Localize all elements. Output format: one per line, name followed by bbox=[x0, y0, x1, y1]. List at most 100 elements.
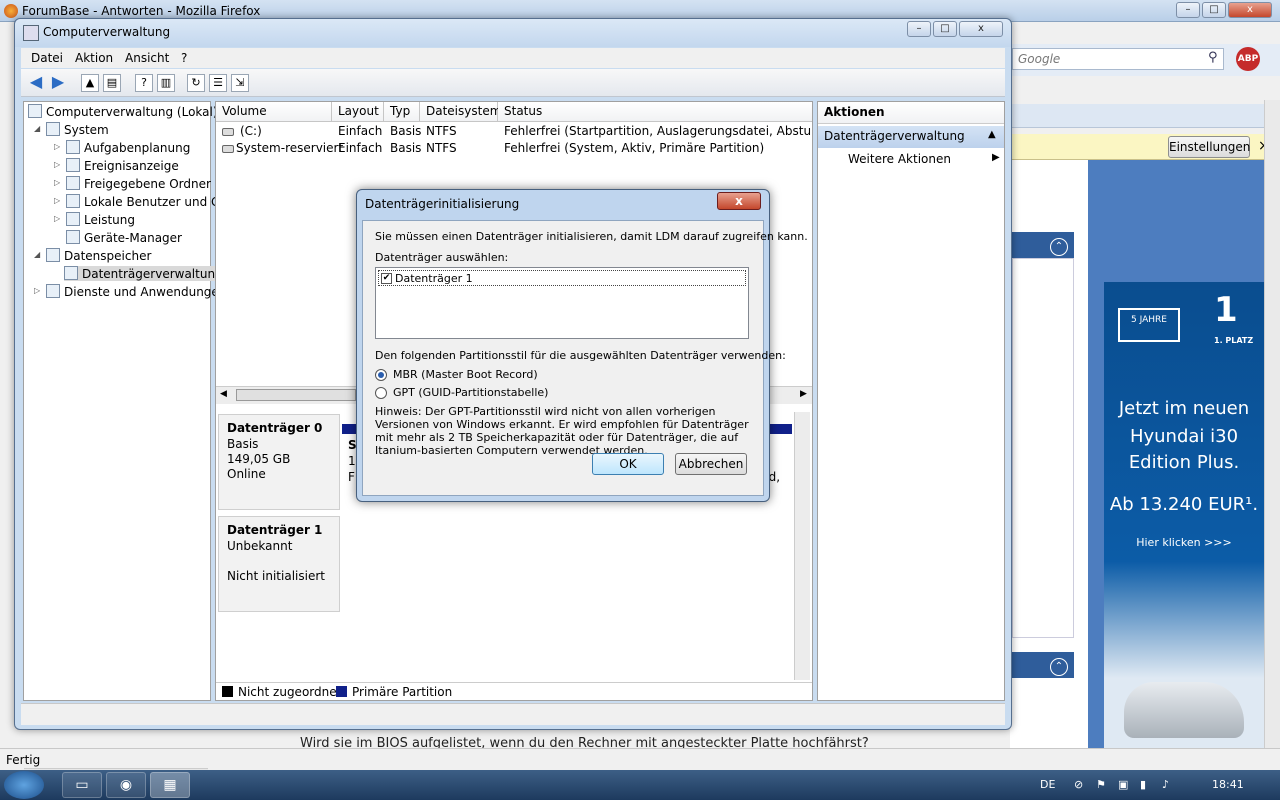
chevron-right-icon: ▶ bbox=[992, 152, 1000, 163]
tree-item-benutzer[interactable]: Lokale Benutzer und Gr bbox=[66, 194, 225, 209]
tree-item-datenspeicher[interactable]: Datenspeicher bbox=[46, 248, 151, 263]
hyundai-ad[interactable]: 5 JAHRE 1 1. PLATZ Jetzt im neuen Hyunda… bbox=[1104, 282, 1264, 748]
disk-0-name: Datenträger 0 bbox=[227, 421, 323, 435]
disk-vertical-scrollbar[interactable] bbox=[794, 412, 810, 680]
disk-list[interactable]: ✔ Datenträger 1 bbox=[375, 267, 749, 339]
tree-item-aufgabenplanung[interactable]: Aufgabenplanung bbox=[66, 140, 190, 155]
refresh-icon[interactable]: ↻ bbox=[187, 74, 205, 92]
menu-aktion[interactable]: Aktion bbox=[75, 51, 113, 65]
volume-icon[interactable]: ♪ bbox=[1162, 778, 1169, 791]
collapse-icon[interactable]: ⌃ bbox=[1050, 658, 1068, 676]
tree-item-datentraegerverwaltung[interactable]: Datenträgerverwaltung bbox=[64, 266, 225, 281]
start-button[interactable] bbox=[4, 771, 44, 799]
gpt-label[interactable]: GPT (GUID-Partitionstabelle) bbox=[393, 386, 548, 399]
expand-icon[interactable]: ▷ bbox=[54, 214, 60, 223]
disk-0-label[interactable]: Datenträger 0 Basis 149,05 GB Online bbox=[218, 414, 340, 510]
tree-item-geraete-manager[interactable]: Geräte-Manager bbox=[66, 230, 182, 245]
folder-up-icon[interactable]: ▲ bbox=[81, 74, 99, 92]
forward-icon[interactable]: ▶ bbox=[49, 74, 67, 92]
adblock-icon[interactable]: ABP bbox=[1236, 47, 1260, 71]
expand-icon[interactable]: ▷ bbox=[34, 286, 40, 295]
gpt-radio[interactable] bbox=[375, 387, 387, 399]
tree-item-root[interactable]: Computerverwaltung (Lokal) bbox=[28, 104, 218, 119]
services-icon bbox=[46, 284, 60, 298]
console-tree: Computerverwaltung (Lokal) ◢ System ▷ Au… bbox=[23, 101, 226, 782]
page-scrollbar[interactable] bbox=[1264, 100, 1280, 748]
device-icon[interactable]: ▣ bbox=[1118, 778, 1128, 791]
antivirus-icon[interactable]: ⊘ bbox=[1074, 778, 1083, 791]
ad-price: Ab 13.240 EUR¹. bbox=[1109, 494, 1259, 515]
disk-checkbox[interactable]: ✔ bbox=[381, 273, 392, 284]
tools-icon bbox=[46, 122, 60, 136]
expand-icon[interactable]: ▷ bbox=[54, 142, 60, 151]
explorer-icon[interactable]: ▭ bbox=[62, 772, 102, 798]
system-tray: DE ⊘ ⚑ ▣ ▮ ♪ 18:41 bbox=[1030, 770, 1280, 800]
clock[interactable]: 18:41 bbox=[1212, 778, 1244, 791]
disk-list-item[interactable]: ✔ Datenträger 1 bbox=[378, 270, 746, 286]
clock-icon bbox=[66, 140, 80, 154]
search-input[interactable]: Google bbox=[1012, 48, 1224, 70]
mbr-label[interactable]: MBR (Master Boot Record) bbox=[393, 368, 538, 381]
menu-help[interactable]: ? bbox=[181, 51, 187, 65]
scroll-right-icon[interactable]: ▶ bbox=[800, 389, 807, 399]
tree-item-system[interactable]: System bbox=[46, 122, 109, 137]
help-icon[interactable]: ? bbox=[135, 74, 153, 92]
window-titlebar: Computerverwaltung – □ x bbox=[15, 19, 1011, 47]
expand-icon[interactable]: ◢ bbox=[34, 124, 40, 133]
column-dateisystem[interactable]: Dateisystem bbox=[420, 102, 501, 122]
legend-primary: Primäre Partition bbox=[352, 685, 453, 699]
status-text: Fertig bbox=[6, 753, 41, 767]
ad-link[interactable]: Hier klicken >>> bbox=[1104, 536, 1264, 549]
cancel-button[interactable]: Abbrechen bbox=[675, 453, 747, 475]
settings-button[interactable]: Einstellungen bbox=[1168, 136, 1250, 158]
shared-folder-icon bbox=[66, 176, 80, 190]
network-icon[interactable]: ▮ bbox=[1140, 778, 1146, 791]
export-icon[interactable]: ⇲ bbox=[231, 74, 249, 92]
expand-icon[interactable]: ▷ bbox=[54, 178, 60, 187]
firefox-title: ForumBase - Antworten - Mozilla Firefox bbox=[22, 4, 261, 18]
column-status[interactable]: Status bbox=[498, 102, 812, 122]
close-icon[interactable]: x bbox=[717, 192, 761, 210]
expand-icon[interactable]: ◢ bbox=[34, 250, 40, 259]
window-status-bar bbox=[21, 703, 1005, 725]
ok-button[interactable]: OK bbox=[592, 453, 664, 475]
language-indicator[interactable]: DE bbox=[1040, 778, 1055, 791]
minimize-icon[interactable]: – bbox=[1176, 2, 1200, 18]
status-bar: Fertig bbox=[0, 748, 1280, 770]
column-typ[interactable]: Typ bbox=[384, 102, 420, 122]
minimize-icon[interactable]: – bbox=[907, 21, 931, 37]
scroll-thumb[interactable] bbox=[236, 389, 356, 401]
menu-ansicht[interactable]: Ansicht bbox=[125, 51, 169, 65]
flag-icon[interactable]: ⚑ bbox=[1096, 778, 1106, 791]
firefox-taskbar-icon[interactable]: ◉ bbox=[106, 772, 146, 798]
actions-group-datentraegerverwaltung[interactable]: Datenträgerverwaltung ▲ bbox=[818, 126, 1004, 148]
window-title: Computerverwaltung bbox=[43, 25, 171, 39]
tree-item-dienste[interactable]: Dienste und Anwendungen bbox=[46, 284, 226, 299]
back-icon[interactable]: ◀ bbox=[27, 74, 45, 92]
close-icon[interactable]: x bbox=[1228, 2, 1272, 18]
column-volume[interactable]: Volume bbox=[216, 102, 332, 122]
scroll-left-icon[interactable]: ◀ bbox=[220, 389, 227, 399]
maximize-icon[interactable]: □ bbox=[933, 21, 957, 37]
search-icon[interactable]: ⚲ bbox=[1208, 50, 1218, 65]
mbr-radio[interactable] bbox=[375, 369, 387, 381]
weitere-aktionen-item[interactable]: Weitere Aktionen bbox=[848, 152, 951, 166]
disk-1-label[interactable]: Datenträger 1 Unbekannt Nicht initialisi… bbox=[218, 516, 340, 612]
menu-datei[interactable]: Datei bbox=[31, 51, 63, 65]
console-tree-icon[interactable]: ▤ bbox=[103, 74, 121, 92]
tree-item-ereignisanzeige[interactable]: Ereignisanzeige bbox=[66, 158, 179, 173]
close-icon[interactable]: x bbox=[959, 21, 1003, 37]
column-layout[interactable]: Layout bbox=[332, 102, 384, 122]
expand-icon[interactable]: ▷ bbox=[54, 196, 60, 205]
collapse-icon[interactable]: ▲ bbox=[988, 129, 996, 140]
tree-item-freigegebene-ordner[interactable]: Freigegebene Ordner bbox=[66, 176, 211, 191]
properties-icon[interactable]: ☰ bbox=[209, 74, 227, 92]
disk-1-name: Datenträger 1 bbox=[227, 523, 323, 537]
car-image bbox=[1124, 682, 1244, 738]
tree-item-leistung[interactable]: Leistung bbox=[66, 212, 135, 227]
action-pane-icon[interactable]: ▥ bbox=[157, 74, 175, 92]
maximize-icon[interactable]: □ bbox=[1202, 2, 1226, 18]
expand-icon[interactable]: ▷ bbox=[54, 160, 60, 169]
collapse-icon[interactable]: ⌃ bbox=[1050, 238, 1068, 256]
computer-management-taskbar-icon[interactable]: ▦ bbox=[150, 772, 190, 798]
